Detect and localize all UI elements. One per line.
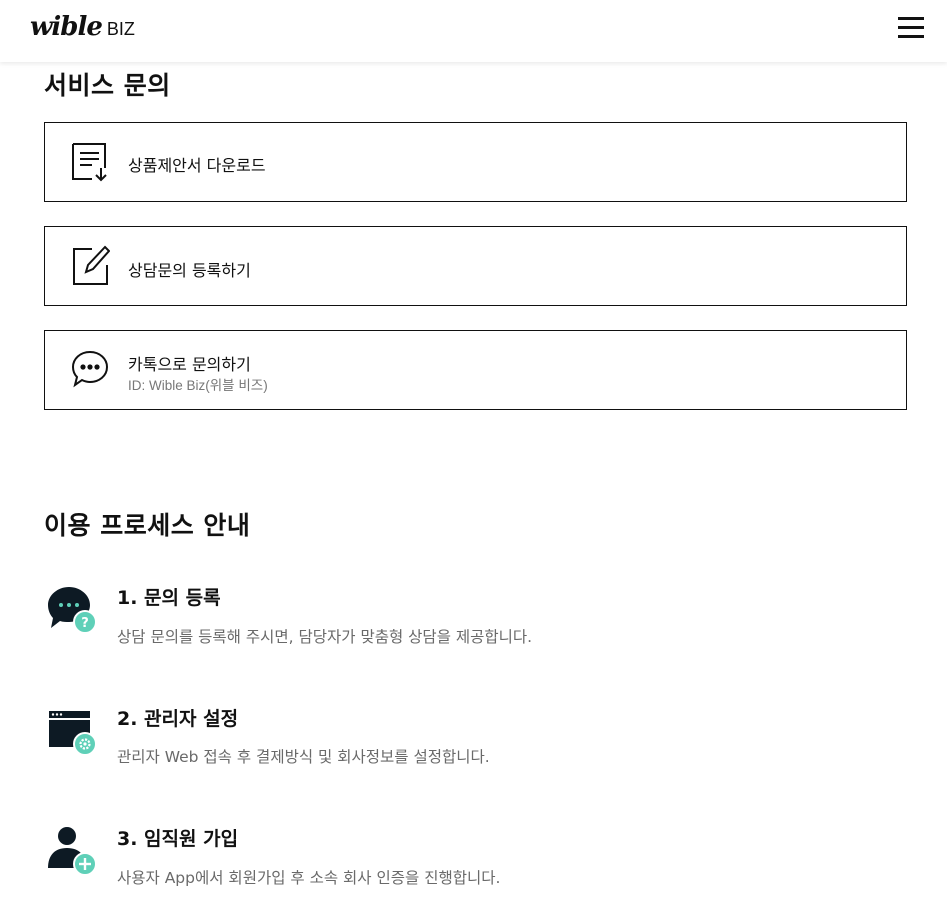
edit-pencil-icon	[73, 245, 110, 285]
step-desc: 사용자 App에서 회원가입 후 소속 회사 인증을 진행합니다.	[117, 869, 501, 887]
step-desc: 상담 문의를 등록해 주시면, 담당자가 맞춤형 상담을 제공합니다.	[117, 628, 533, 646]
card-label: 상담문의 등록하기	[128, 261, 251, 280]
wible-biz-logo[interactable]: wible BIZ	[30, 12, 135, 42]
step-desc: 관리자 Web 접속 후 결제방식 및 회사정보를 설정합니다.	[117, 748, 490, 766]
chat-bubble-icon	[71, 350, 109, 388]
step-title: 3. 임직원 가입	[117, 828, 239, 850]
user-add-icon	[48, 827, 97, 876]
card-label: 카톡으로 문의하기	[128, 355, 251, 374]
svg-text:?: ?	[81, 616, 89, 631]
consult-register-card[interactable]: 상담문의 등록하기	[44, 226, 907, 306]
step-title: 1. 문의 등록	[117, 587, 221, 609]
kakaotalk-id-text: ID: Wible Biz(위블 비즈)	[128, 378, 268, 393]
proposal-download-card[interactable]: 상품제안서 다운로드	[44, 122, 907, 202]
card-label: 상품제안서 다운로드	[128, 156, 266, 175]
step-title: 2. 관리자 설정	[117, 708, 239, 730]
logo-sub-text: BIZ	[106, 19, 135, 39]
document-download-icon	[72, 143, 107, 182]
kakaotalk-inquiry-card[interactable]: 카톡으로 문의하기 ID: Wible Biz(위블 비즈)	[44, 330, 907, 410]
browser-settings-icon	[49, 711, 97, 756]
top-header: wible BIZ	[0, 0, 947, 62]
service-inquiry-title: 서비스 문의	[44, 71, 171, 100]
logo-main-text: wible	[30, 12, 103, 42]
process-guide-title: 이용 프로세스 안내	[44, 511, 251, 540]
chat-question-icon: ?	[48, 587, 97, 634]
hamburger-menu-icon[interactable]	[898, 17, 924, 39]
